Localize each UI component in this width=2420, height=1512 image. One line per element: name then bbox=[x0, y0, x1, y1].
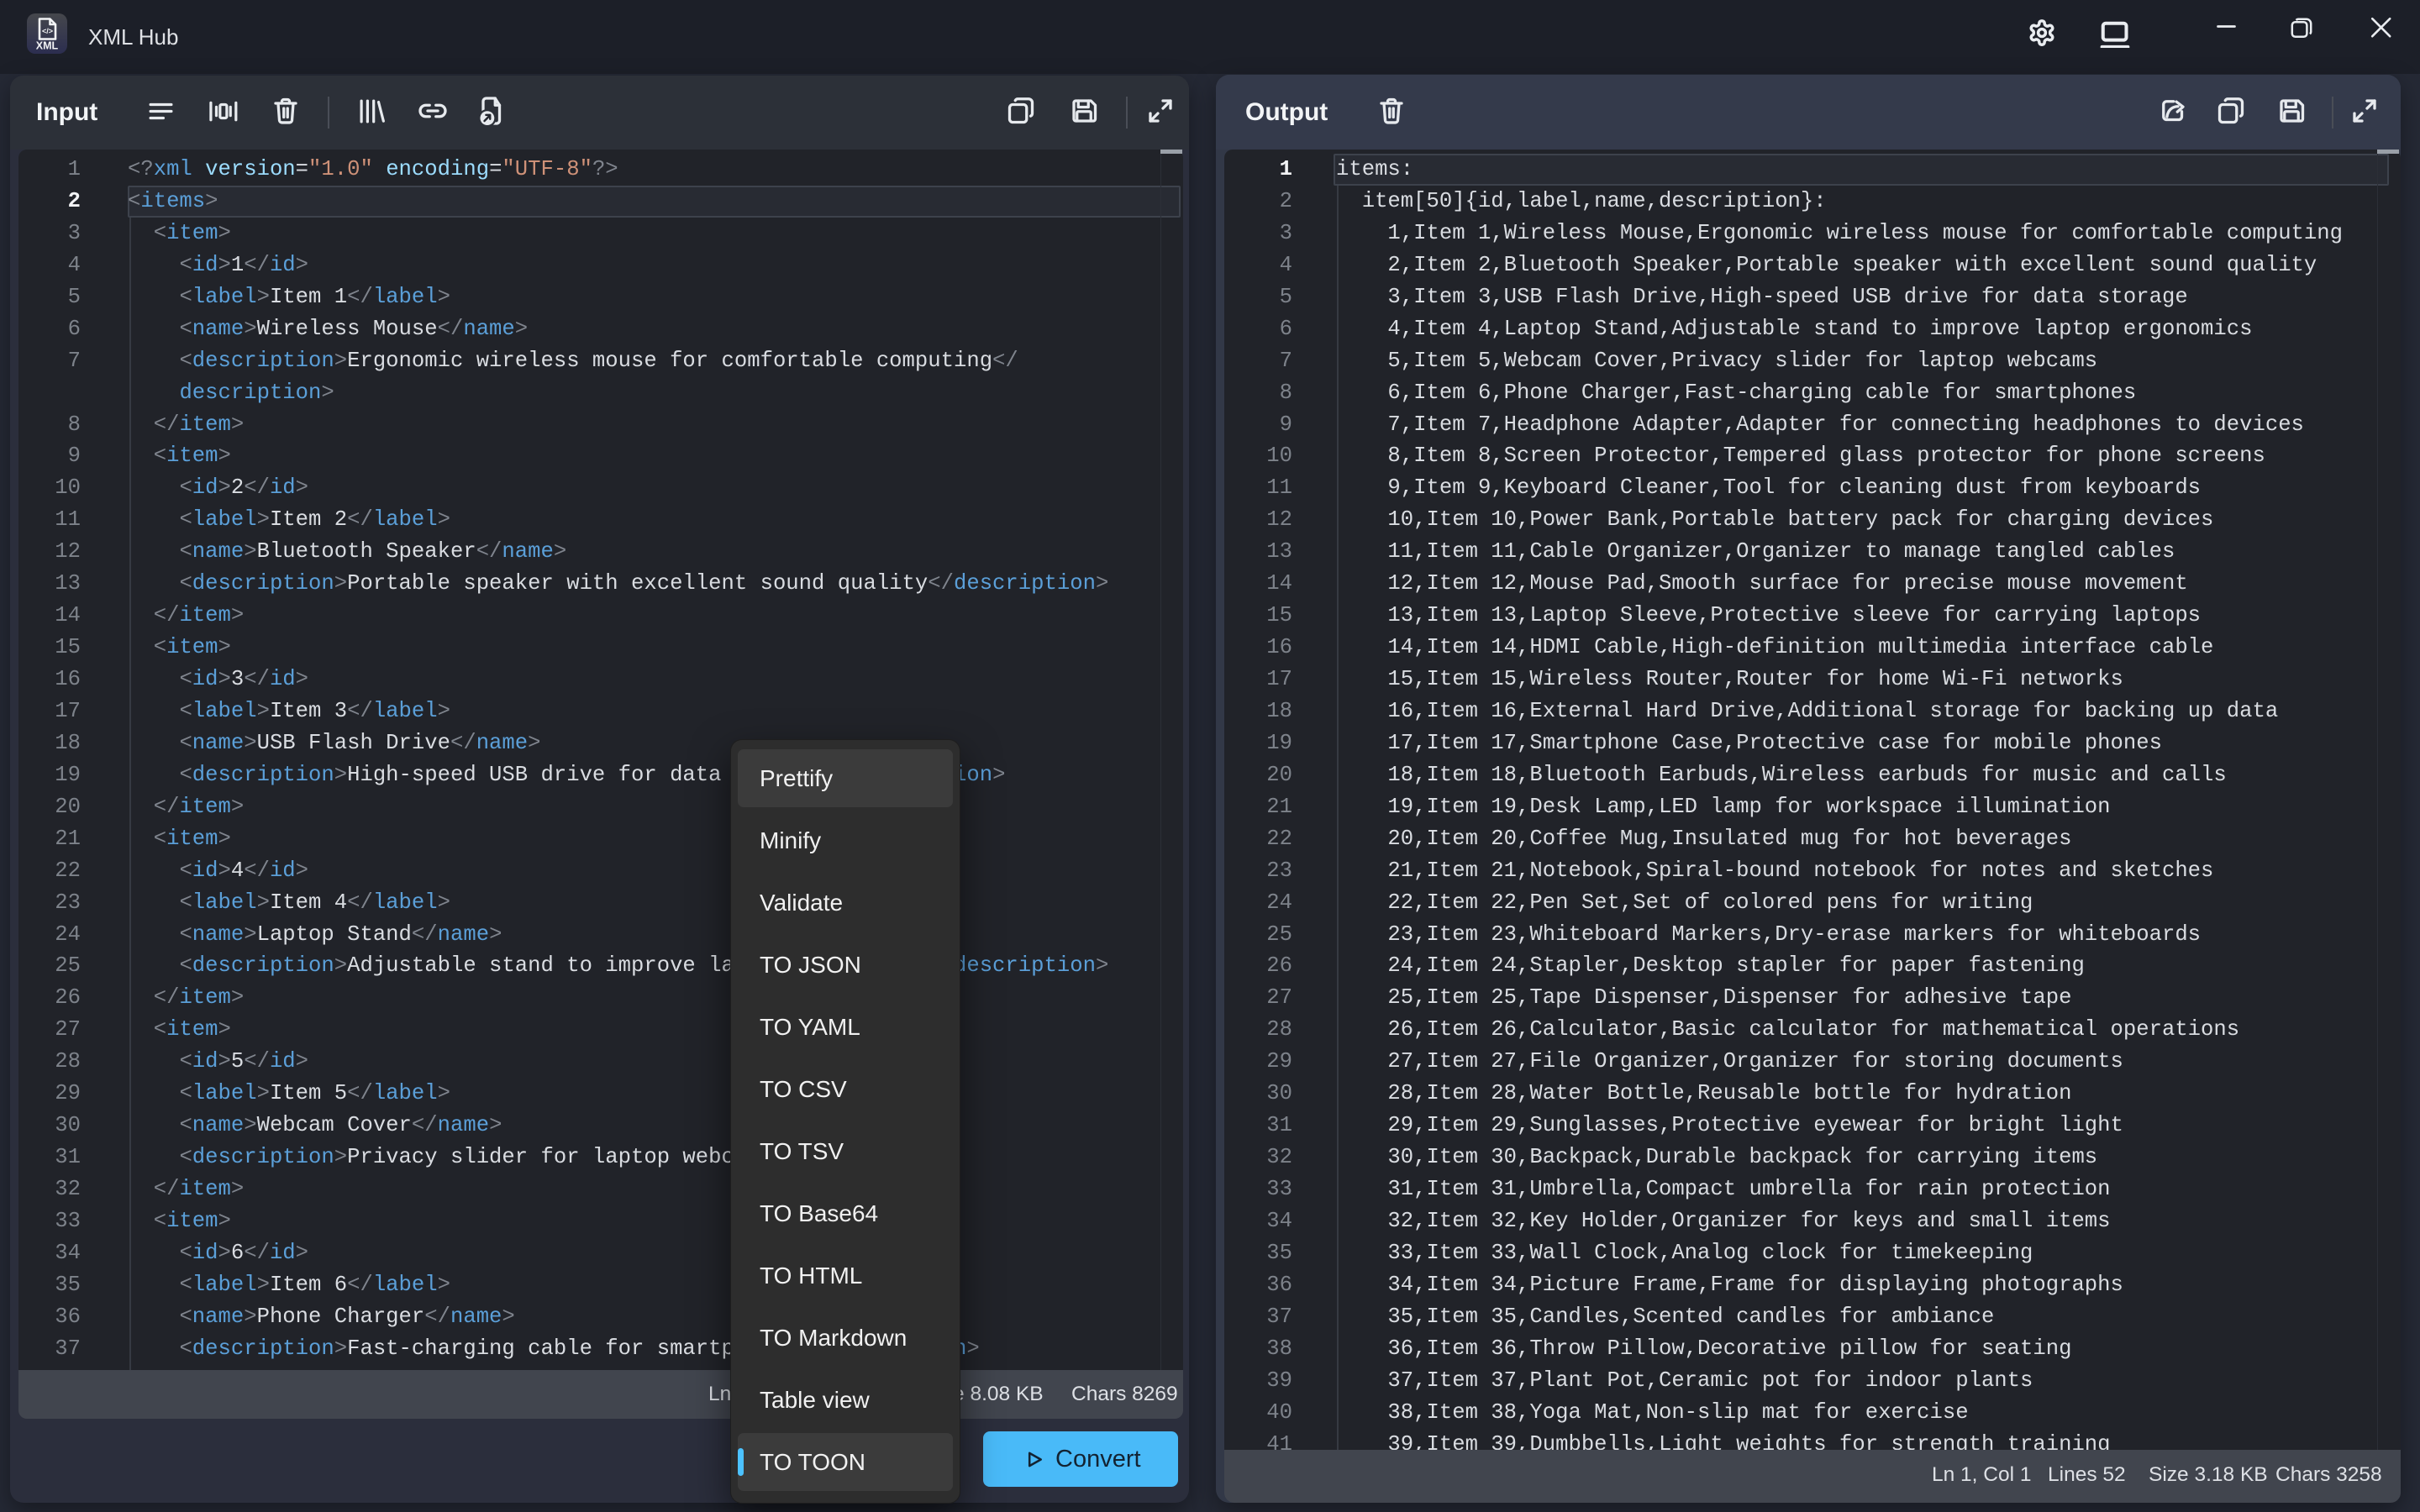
svg-text:XML: XML bbox=[36, 40, 59, 52]
svg-text:</>: </> bbox=[42, 27, 53, 35]
